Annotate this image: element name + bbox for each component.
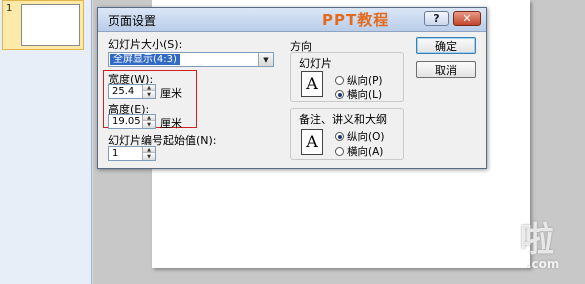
close-icon: ✕ [462, 12, 472, 25]
radio-checked-icon [335, 90, 344, 99]
radio-icon [335, 147, 344, 156]
dialog-titlebar[interactable]: 页面设置 PPT教程 ? ✕ [98, 8, 486, 32]
help-button[interactable]: ? [424, 11, 449, 26]
width-spin-buttons: ▲ ▼ [142, 85, 155, 98]
slides-portrait-radio[interactable]: 纵向(P) [335, 73, 383, 88]
spin-up-icon[interactable]: ▲ [143, 85, 155, 91]
notes-landscape-radio[interactable]: 横向(A) [335, 144, 383, 159]
slide-thumbnail-1[interactable]: 1 [2, 0, 84, 50]
spin-down-icon[interactable]: ▼ [143, 153, 155, 160]
width-stepper[interactable]: 25.4 ▲ ▼ [108, 84, 156, 99]
watermark-domain: .com [527, 257, 560, 271]
start-number-value: 1 [112, 148, 119, 159]
slides-orientation-box: 幻灯片 A 纵向(P) 横向(L) [290, 52, 404, 102]
orientation-group: 方向 幻灯片 A 纵向(P) 横向(L) 备注、讲义和大纲 A 纵向(O) 横向… [286, 38, 410, 160]
slides-orientation-title: 幻灯片 [299, 57, 332, 70]
landscape-page-icon: A [301, 71, 323, 97]
title-watermark: PPT教程 [322, 11, 390, 29]
height-unit: 厘米 [160, 117, 182, 130]
width-unit: 厘米 [160, 87, 182, 100]
start-number-stepper[interactable]: 1 ▲ ▼ [108, 146, 156, 161]
spin-down-icon[interactable]: ▼ [143, 121, 155, 128]
spin-down-icon[interactable]: ▼ [143, 91, 155, 98]
notes-portrait-label: 纵向(O) [347, 131, 385, 143]
ok-button[interactable]: 确定 [416, 37, 476, 54]
radio-icon [335, 76, 344, 85]
height-stepper[interactable]: 19.05 ▲ ▼ [108, 114, 156, 129]
notes-portrait-radio[interactable]: 纵向(O) [335, 129, 384, 144]
close-button[interactable]: ✕ [453, 11, 481, 26]
notes-landscape-label: 横向(A) [347, 146, 384, 158]
slide-size-value: 全屏显示(4:3) [110, 54, 180, 65]
spin-up-icon[interactable]: ▲ [143, 147, 155, 153]
slide-size-select[interactable]: 全屏显示(4:3) ▼ [108, 52, 274, 67]
slides-portrait-label: 纵向(P) [347, 75, 383, 87]
notes-orientation-box: 备注、讲义和大纲 A 纵向(O) 横向(A) [290, 108, 404, 160]
slide-thumbnail-number: 1 [6, 3, 13, 14]
ok-button-label: 确定 [435, 39, 457, 53]
slides-landscape-radio[interactable]: 横向(L) [335, 87, 382, 102]
cancel-button[interactable]: 取消 [416, 61, 476, 78]
cancel-button-label: 取消 [435, 63, 457, 77]
watermark-logo: 啦 [520, 220, 554, 260]
chevron-down-icon[interactable]: ▼ [258, 53, 273, 66]
help-icon: ? [433, 12, 440, 25]
slide-thumbnail-preview [21, 4, 80, 46]
slides-landscape-label: 横向(L) [347, 89, 383, 101]
dialog-title: 页面设置 [108, 14, 157, 28]
notes-orientation-title: 备注、讲义和大纲 [299, 113, 387, 126]
page-setup-dialog: 页面设置 PPT教程 ? ✕ 幻灯片大小(S): 全屏显示(4:3) ▼ 宽度(… [97, 7, 487, 169]
height-spin-buttons: ▲ ▼ [142, 115, 155, 128]
portrait-page-icon: A [301, 129, 323, 155]
slide-size-label: 幻灯片大小(S): [108, 38, 183, 51]
radio-checked-icon [335, 132, 344, 141]
slides-panel: 1 [0, 0, 92, 284]
start-number-spin-buttons: ▲ ▼ [142, 147, 155, 160]
width-value: 25.4 [112, 86, 135, 97]
spin-up-icon[interactable]: ▲ [143, 115, 155, 121]
height-value: 19.05 [112, 116, 141, 127]
